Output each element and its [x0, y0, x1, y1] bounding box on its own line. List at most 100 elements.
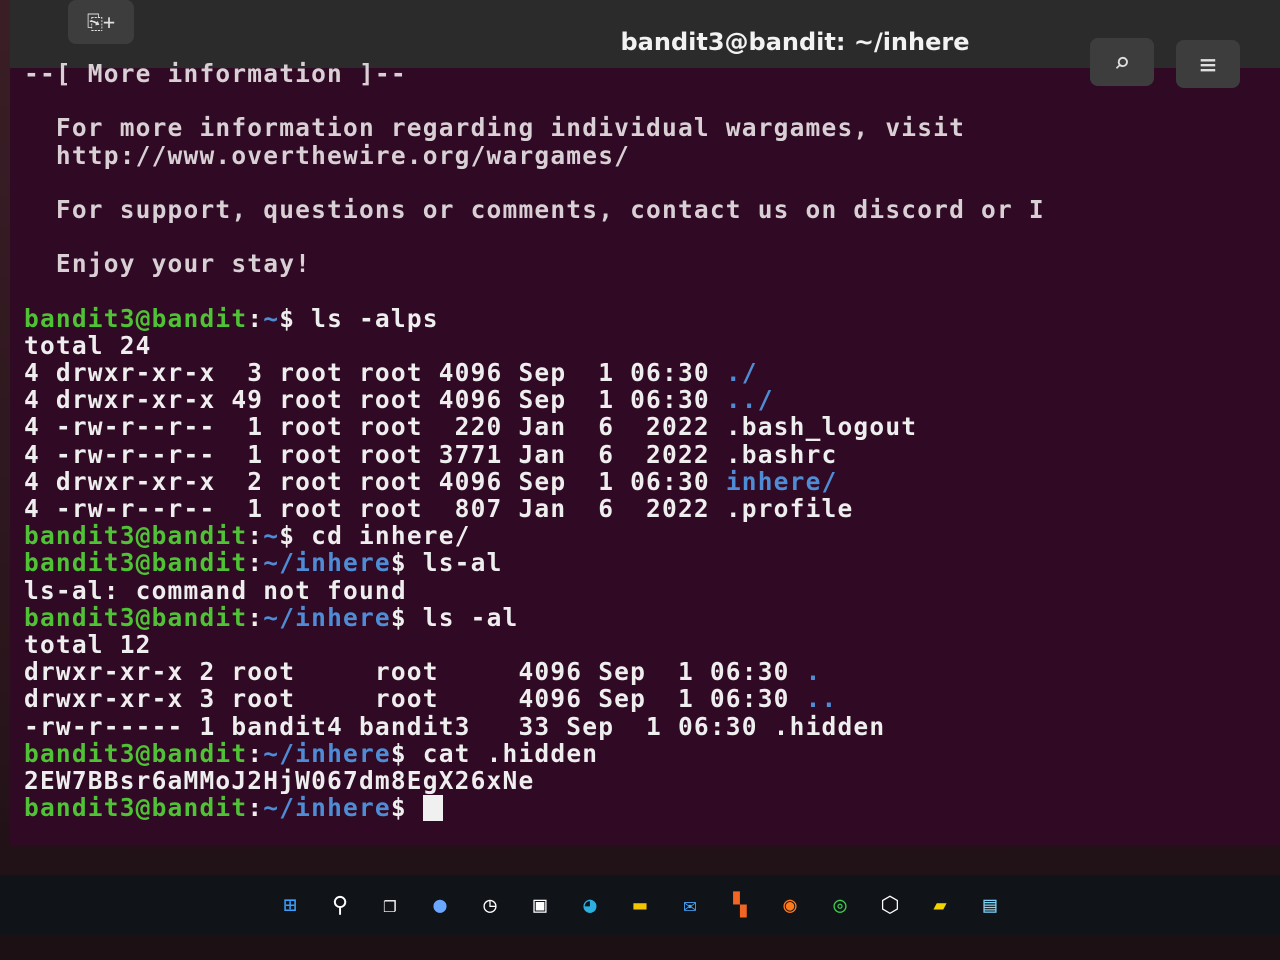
- prompt-user: bandit3@bandit: [24, 304, 248, 332]
- motd-line: [24, 223, 1280, 250]
- prompt-line: bandit3@bandit:~$ ls -alps: [24, 305, 1280, 332]
- prompt-separator: :: [247, 739, 264, 767]
- listing-row: -rw-r----- 1 bandit4 bandit3 33 Sep 1 06…: [24, 713, 1280, 740]
- prompt-path: ~/inhere: [263, 739, 391, 767]
- edge-icon[interactable]: ◕: [571, 886, 609, 924]
- motd-line: For more information regarding individua…: [24, 114, 966, 142]
- motd-line: --[ More information ]--: [24, 60, 407, 88]
- prompt-user: bandit3@bandit: [24, 522, 248, 550]
- file-explorer-icon[interactable]: ▬: [621, 886, 659, 924]
- listing-row: 4 drwxr-xr-x 2 root root 4096 Sep 1 06:3…: [24, 468, 1280, 495]
- listing-row: 4 -rw-r--r-- 1 root root 3771 Jan 6 2022…: [24, 441, 1280, 468]
- prompt-separator: :: [247, 549, 264, 577]
- output-text: total 12: [24, 630, 152, 659]
- prompt-symbol: $: [390, 603, 423, 631]
- motd-line: Enjoy your stay!: [24, 250, 312, 278]
- prompt-path: ~: [263, 304, 280, 332]
- motd-line: [24, 169, 1280, 196]
- title-bar: ⎘+ bandit3@bandit: ~/inhere ⌕ ≡: [10, 0, 1280, 88]
- output-line: 2EW7BBsr6aMMoJ2HjW067dm8EgX26xNe: [24, 767, 1280, 794]
- listing-attributes: drwxr-xr-x 2 root root 4096 Sep 1 06:30: [24, 658, 806, 686]
- prompt-separator: :: [247, 304, 264, 332]
- listing-filename: ..: [805, 685, 838, 713]
- output-text: ls-al: command not found: [24, 576, 407, 604]
- listing-attributes: drwxr-xr-x 3 root root 4096 Sep 1 06:30: [24, 685, 806, 713]
- prompt-line: bandit3@bandit:~/inhere$: [24, 794, 1280, 821]
- listing-row: 4 -rw-r--r-- 1 root root 220 Jan 6 2022 …: [24, 413, 1280, 440]
- prompt-line: bandit3@bandit:~/inhere$ cat .hidden: [24, 740, 1280, 767]
- search-icon[interactable]: ⚲: [321, 886, 359, 924]
- listing-attributes: 4 -rw-r--r-- 1 root root 807 Jan 6 2022: [24, 495, 726, 523]
- cube-icon[interactable]: ⬡: [871, 886, 909, 924]
- listing-filename: .bashrc: [725, 440, 838, 468]
- start-icon[interactable]: ⊞: [271, 886, 309, 924]
- prompt-path: ~: [263, 522, 280, 550]
- listing-filename: ./: [725, 359, 758, 387]
- output-line: ls-al: command not found: [24, 577, 1280, 604]
- prompt-path: ~/inhere: [263, 549, 391, 577]
- prompt-user: bandit3@bandit: [24, 794, 248, 822]
- motd-line: For support, questions or comments, cont…: [24, 195, 1045, 224]
- prompt-line: bandit3@bandit:~$ cd inhere/: [24, 522, 1280, 549]
- listing-attributes: -rw-r----- 1 bandit4 bandit3 33 Sep 1 06…: [24, 712, 774, 740]
- prompt-user: bandit3@bandit: [24, 549, 248, 577]
- prompt-path: ~/inhere: [263, 794, 391, 822]
- listing-attributes: 4 drwxr-xr-x 2 root root 4096 Sep 1 06:3…: [24, 467, 726, 495]
- prompt-symbol: $: [279, 522, 312, 550]
- explorer-active-icon[interactable]: ▰: [921, 886, 959, 924]
- mail-icon[interactable]: ✉: [671, 886, 709, 924]
- listing-attributes: 4 drwxr-xr-x 49 root root 4096 Sep 1 06:…: [24, 386, 726, 414]
- prompt-symbol: $: [390, 549, 423, 577]
- command-text: ls -alps: [311, 304, 439, 332]
- prompt-symbol: $: [390, 739, 423, 767]
- task-view-icon[interactable]: ❐: [371, 886, 409, 924]
- office-icon[interactable]: ▚: [721, 886, 759, 924]
- output-line: total 12: [24, 631, 1280, 658]
- listing-filename: .hidden: [773, 712, 886, 740]
- prompt-path: ~/inhere: [263, 603, 391, 631]
- new-tab-icon: ⎘+: [86, 10, 116, 34]
- motd-line: http://www.overthewire.org/wargames/: [24, 141, 631, 169]
- chrome-icon[interactable]: ◎: [821, 886, 859, 924]
- motd-line: [24, 87, 1280, 114]
- output-text: 2EW7BBsr6aMMoJ2HjW067dm8EgX26xNe: [24, 766, 535, 795]
- prompt-symbol: $: [390, 794, 423, 822]
- prompt-separator: :: [247, 794, 264, 822]
- listing-filename: inhere/: [725, 467, 838, 495]
- listing-attributes: 4 -rw-r--r-- 1 root root 3771 Jan 6 2022: [24, 440, 726, 468]
- listing-filename: .: [805, 658, 822, 686]
- listing-row: 4 -rw-r--r-- 1 root root 807 Jan 6 2022 …: [24, 495, 1280, 522]
- store-icon[interactable]: ▣: [521, 886, 559, 924]
- command-text: cd inhere/: [311, 522, 471, 550]
- window-title: bandit3@bandit: ~/inhere: [620, 28, 970, 56]
- prompt-symbol: $: [279, 304, 312, 332]
- taskbar: ⊞ ⚲ ❐ ● ◷ ▣ ◕ ▬ ✉ ▚ ◉ ◎ ⬡ ▰ ▤: [0, 875, 1280, 935]
- listing-attributes: 4 drwxr-xr-x 3 root root 4096 Sep 1 06:3…: [24, 359, 726, 387]
- listing-row: drwxr-xr-x 3 root root 4096 Sep 1 06:30 …: [24, 685, 1280, 712]
- firefox-icon[interactable]: ◉: [771, 886, 809, 924]
- prompt-line: bandit3@bandit:~/inhere$ ls -al: [24, 604, 1280, 631]
- terminal-window: ⎘+ bandit3@bandit: ~/inhere ⌕ ≡ --[ More…: [10, 0, 1280, 845]
- text-cursor: [422, 795, 443, 822]
- output-text: total 24: [24, 331, 152, 360]
- command-text: ls-al: [422, 549, 503, 577]
- motd-line: [24, 278, 1280, 305]
- listing-filename: .bash_logout: [725, 413, 918, 441]
- listing-row: 4 drwxr-xr-x 3 root root 4096 Sep 1 06:3…: [24, 359, 1280, 386]
- output-line: total 24: [24, 332, 1280, 359]
- new-tab-button[interactable]: ⎘+: [68, 0, 134, 44]
- listing-filename: .profile: [725, 495, 854, 523]
- command-text: cat .hidden: [422, 739, 599, 767]
- prompt-separator: :: [247, 522, 264, 550]
- listing-row: drwxr-xr-x 2 root root 4096 Sep 1 06:30 …: [24, 658, 1280, 685]
- chat-icon[interactable]: ●: [421, 886, 459, 924]
- prompt-separator: :: [247, 603, 264, 631]
- listing-row: 4 drwxr-xr-x 49 root root 4096 Sep 1 06:…: [24, 386, 1280, 413]
- listing-attributes: 4 -rw-r--r-- 1 root root 220 Jan 6 2022: [24, 413, 726, 441]
- prompt-user: bandit3@bandit: [24, 739, 248, 767]
- listing-filename: ../: [725, 386, 774, 414]
- clock-icon[interactable]: ◷: [471, 886, 509, 924]
- prompt-user: bandit3@bandit: [24, 603, 248, 631]
- terminal-output[interactable]: --[ More information ]-- For more inform…: [24, 60, 1280, 821]
- notepad-icon[interactable]: ▤: [971, 886, 1009, 924]
